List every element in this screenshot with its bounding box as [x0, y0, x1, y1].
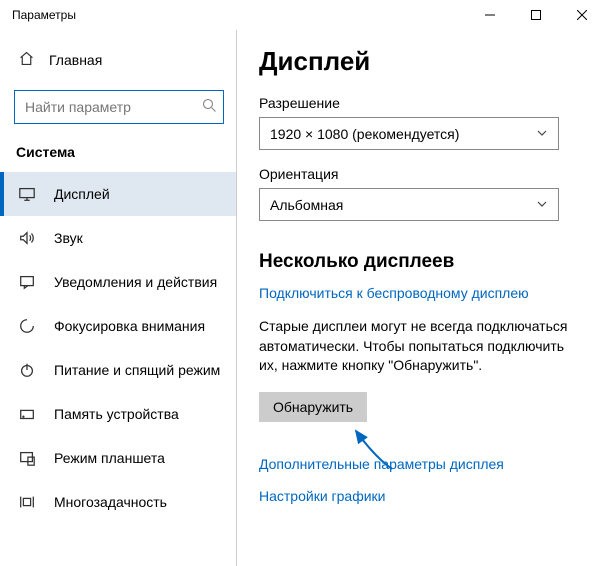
window-controls	[467, 0, 605, 30]
home-label: Главная	[49, 52, 102, 68]
main-content: Дисплей Разрешение 1920 × 1080 (рекоменд…	[237, 30, 605, 566]
home-icon	[18, 50, 35, 70]
sidebar-item-label: Уведомления и действия	[54, 274, 217, 290]
sound-icon	[18, 229, 36, 247]
focus-icon	[18, 317, 36, 335]
minimize-button[interactable]	[467, 0, 513, 30]
display-icon	[18, 185, 36, 203]
tablet-icon	[18, 449, 36, 467]
orientation-value: Альбомная	[270, 197, 343, 213]
sidebar-item-label: Многозадачность	[54, 494, 167, 510]
sidebar-item-label: Питание и спящий режим	[54, 362, 220, 378]
resolution-select[interactable]: 1920 × 1080 (рекомендуется)	[259, 117, 559, 150]
advanced-display-link[interactable]: Дополнительные параметры дисплея	[259, 456, 583, 472]
sidebar-item-label: Режим планшета	[54, 450, 165, 466]
resolution-value: 1920 × 1080 (рекомендуется)	[270, 126, 459, 142]
sidebar-item-storage[interactable]: Память устройства	[0, 392, 236, 436]
sidebar-item-multitasking[interactable]: Многозадачность	[0, 480, 236, 524]
window-title: Параметры	[12, 8, 76, 22]
sidebar-item-focus[interactable]: Фокусировка внимания	[0, 304, 236, 348]
sidebar-item-label: Фокусировка внимания	[54, 318, 205, 334]
orientation-select[interactable]: Альбомная	[259, 188, 559, 221]
chevron-down-icon	[536, 197, 548, 213]
sidebar-item-display[interactable]: Дисплей	[0, 172, 236, 216]
sidebar-item-sound[interactable]: Звук	[0, 216, 236, 260]
orientation-label: Ориентация	[259, 166, 583, 182]
graphics-settings-link[interactable]: Настройки графики	[259, 488, 583, 504]
close-button[interactable]	[559, 0, 605, 30]
page-title: Дисплей	[259, 46, 583, 77]
notifications-icon	[18, 273, 36, 291]
detect-button[interactable]: Обнаружить	[259, 392, 367, 422]
sidebar-item-label: Память устройства	[54, 406, 179, 422]
search-icon	[202, 98, 217, 116]
detect-info-text: Старые дисплеи могут не всегда подключат…	[259, 317, 583, 376]
search-input[interactable]	[14, 90, 224, 124]
chevron-down-icon	[536, 126, 548, 142]
sidebar-item-power[interactable]: Питание и спящий режим	[0, 348, 236, 392]
nav-list: Дисплей Звук Уведомления и действия Фоку…	[0, 172, 236, 524]
sidebar-item-label: Звук	[54, 230, 83, 246]
resolution-label: Разрешение	[259, 95, 583, 111]
sidebar-item-notifications[interactable]: Уведомления и действия	[0, 260, 236, 304]
multiple-displays-heading: Несколько дисплеев	[259, 251, 583, 273]
multitasking-icon	[18, 493, 36, 511]
storage-icon	[18, 405, 36, 423]
sidebar: Главная Система Дисплей Зв	[0, 30, 237, 566]
maximize-button[interactable]	[513, 0, 559, 30]
home-nav[interactable]: Главная	[0, 40, 236, 80]
sidebar-item-tablet[interactable]: Режим планшета	[0, 436, 236, 480]
sidebar-item-label: Дисплей	[54, 186, 110, 202]
search-field[interactable]	[23, 98, 193, 116]
wireless-display-link[interactable]: Подключиться к беспроводному дисплею	[259, 285, 583, 301]
power-icon	[18, 361, 36, 379]
section-header: Система	[0, 138, 236, 172]
